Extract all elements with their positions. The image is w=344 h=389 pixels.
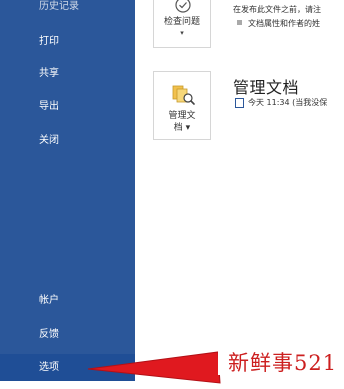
sidebar-item-label: 帐户 (39, 295, 59, 306)
sidebar-item-share[interactable]: 共享 (0, 59, 135, 89)
backstage-sidebar: 历史记录 打印 共享 导出 关闭 帐户 反馈 选项 (0, 0, 135, 381)
sidebar-item-account[interactable]: 帐户 (0, 286, 135, 316)
sidebar-item-label: 反馈 (39, 329, 59, 340)
sidebar-item-label: 选项 (39, 362, 59, 373)
inspect-document-tile[interactable]: 检查问题 ▾ (153, 0, 211, 48)
chevron-down-icon: ▾ (180, 29, 184, 37)
sidebar-item-history[interactable]: 历史记录 (0, 0, 135, 22)
manage-document-icon (172, 85, 195, 105)
sidebar-item-print[interactable]: 打印 (0, 27, 135, 57)
manage-tile-label: 管理文 档 ▾ (168, 111, 196, 133)
bullet-icon (237, 20, 242, 25)
sidebar-item-label: 历史记录 (39, 1, 79, 12)
backstage-view: 历史记录 打印 共享 导出 关闭 帐户 反馈 选项 检查问题 ▾ 在发布此文件之… (0, 0, 344, 389)
sidebar-item-label: 导出 (39, 101, 59, 112)
info-content: 检查问题 ▾ 在发布此文件之前，请注 文档属性和作者的姓 管理文 档 ▾ 管理文… (135, 0, 344, 389)
sidebar-item-feedback[interactable]: 反馈 (0, 320, 135, 350)
sidebar-item-label: 打印 (39, 36, 59, 47)
watermark-text: 新鲜事521 (228, 351, 338, 375)
inspect-bullet-text: 文档属性和作者的姓 (248, 19, 320, 28)
inspect-check-icon (175, 0, 191, 13)
sidebar-item-export[interactable]: 导出 (0, 92, 135, 122)
sidebar-item-close[interactable]: 关闭 (0, 126, 135, 156)
manage-document-tile[interactable]: 管理文 档 ▾ (153, 71, 211, 140)
sidebar-item-label: 关闭 (39, 135, 59, 146)
sidebar-item-options[interactable]: 选项 (0, 354, 135, 381)
manage-document-title: 管理文档 (233, 78, 300, 97)
sidebar-item-label: 共享 (39, 68, 59, 79)
version-text: 今天 11:34 (当我没保 (248, 98, 328, 107)
inspect-tile-label: 检查问题 (163, 17, 200, 27)
inspect-description: 在发布此文件之前，请注 (233, 5, 321, 14)
watermark-box: 新鲜事521 (218, 345, 340, 375)
document-icon (235, 98, 244, 108)
